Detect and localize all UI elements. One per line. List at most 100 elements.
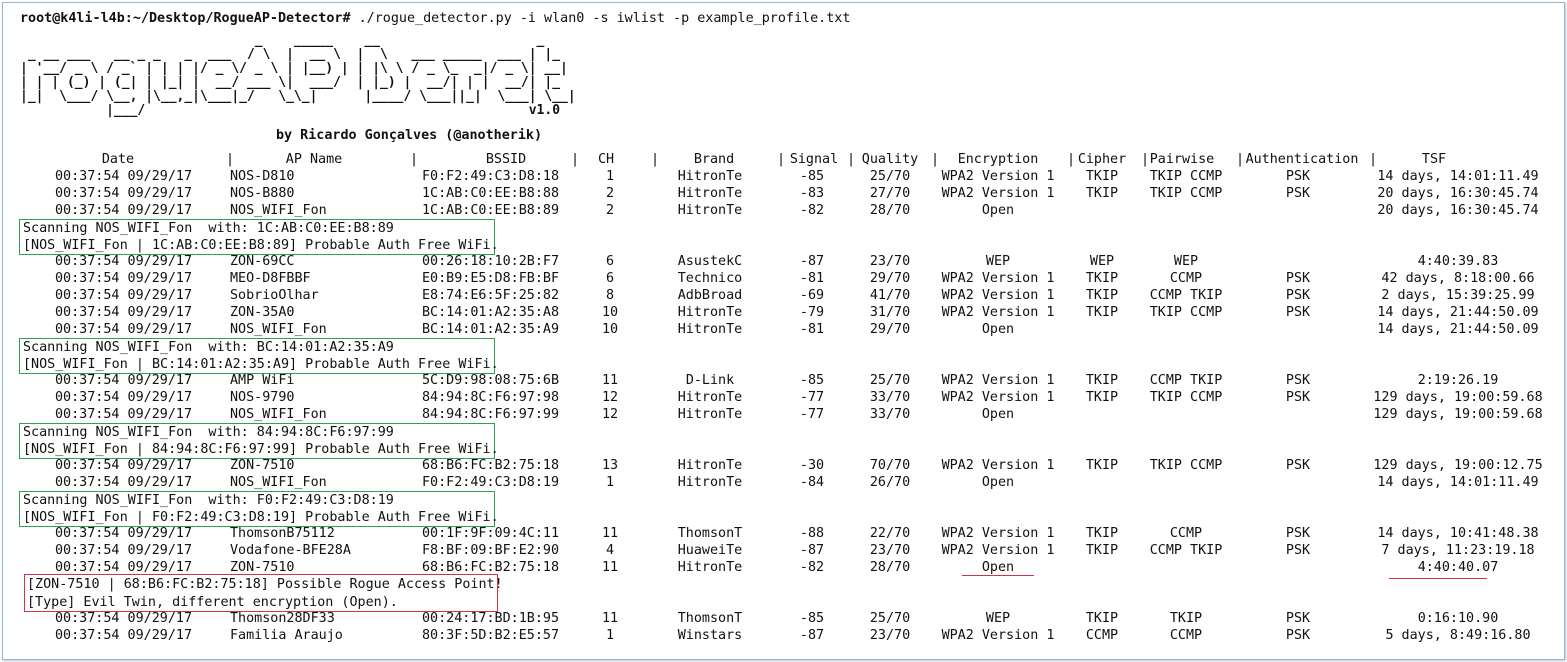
cell-ch: 12 <box>601 390 619 405</box>
author-byline: by Ricardo Gonçalves (@anotherik) <box>276 128 543 143</box>
cell-auth: PSK <box>1285 271 1311 286</box>
cell-cipher: TKIP <box>1085 305 1119 320</box>
cell-tsf: 129 days, 19:00:59.68 <box>1373 390 1543 405</box>
scan-result-box: Scanning NOS_WIFI_Fon with: F0:F2:49:C3:… <box>19 491 499 527</box>
shell-prompt: root@k4li-l4b:~/Desktop/RogueAP-Detector… <box>20 10 850 27</box>
cell-bssid: 5C:D9:98:08:75:6B <box>422 373 560 388</box>
cell-date: 00:37:54 09/29/17 <box>55 407 193 422</box>
cell-bssid: 1C:AB:C0:EE:B8:88 <box>422 186 560 201</box>
cell-ch: 8 <box>605 288 615 303</box>
cell-tsf: 2:19:26.19 <box>1417 373 1499 388</box>
cell-cipher: CCMP <box>1085 628 1119 643</box>
cell-cipher: WEP <box>1089 254 1115 269</box>
cell-ch: 11 <box>601 373 619 388</box>
cell-cipher: TKIP <box>1085 611 1119 626</box>
cell-enc: WEP <box>985 254 1011 269</box>
column-header-brand: Brand <box>693 152 735 167</box>
cell-bssid: E0:B9:E5:D8:FB:BF <box>422 271 560 286</box>
cell-quality: 70/70 <box>869 458 911 473</box>
ascii-banner: _ _____ __ _ _ __ ___ __ _ _ _ ___ / \ |… <box>20 33 576 118</box>
cell-bssid: 84:94:8C:F6:97:98 <box>422 390 560 405</box>
cell-tsf: 14 days, 14:01:11.49 <box>1377 169 1539 184</box>
cell-pairwise: TKIP <box>1169 611 1203 626</box>
column-separator: | <box>1067 152 1076 167</box>
cell-quality: 29/70 <box>869 322 911 337</box>
cell-cipher: TKIP <box>1085 288 1119 303</box>
cell-cipher: TKIP <box>1085 186 1119 201</box>
cell-ch: 2 <box>605 203 615 218</box>
cell-brand: HitronTe <box>677 390 743 405</box>
cell-bssid: F0:F2:49:C3:D8:19 <box>422 475 560 490</box>
column-separator: | <box>931 152 940 167</box>
highlight-underline <box>962 575 1034 576</box>
cell-ch: 10 <box>601 305 619 320</box>
cell-signal: -85 <box>799 169 825 184</box>
cell-tsf: 7 days, 11:23:19.18 <box>1381 543 1535 558</box>
cell-brand: Winstars <box>677 628 743 643</box>
cell-tsf: 14 days, 14:01:11.49 <box>1377 475 1539 490</box>
cell-pairwise: TKIP CCMP <box>1149 169 1223 184</box>
cell-ap: ThomsonB75112 <box>230 526 335 541</box>
cell-ch: 4 <box>605 543 615 558</box>
cell-date: 00:37:54 09/29/17 <box>55 169 193 184</box>
cell-date: 00:37:54 09/29/17 <box>55 628 193 643</box>
column-header-cipher: Cipher <box>1077 152 1127 167</box>
cell-brand: HitronTe <box>677 560 743 575</box>
column-separator: | <box>1369 152 1378 167</box>
cell-quality: 23/70 <box>869 254 911 269</box>
cell-ap: NOS-9790 <box>230 390 295 405</box>
cell-ch: 13 <box>601 458 619 473</box>
column-header-enc: Encryption <box>957 152 1039 167</box>
cell-bssid: BC:14:01:A2:35:A9 <box>422 322 560 337</box>
cell-tsf: 129 days, 19:00:59.68 <box>1373 407 1543 422</box>
cell-pairwise: CCMP <box>1169 628 1203 643</box>
cell-ap: NOS-D810 <box>230 169 295 184</box>
cell-date: 00:37:54 09/29/17 <box>55 458 193 473</box>
cell-brand: HitronTe <box>677 186 743 201</box>
cell-date: 00:37:54 09/29/17 <box>55 543 193 558</box>
cell-pairwise: CCMP TKIP <box>1149 543 1223 558</box>
cell-ch: 1 <box>605 475 615 490</box>
cell-tsf: 0:16:10.90 <box>1417 611 1499 626</box>
auth-free-notice: [NOS_WIFI_Fon | 1C:AB:C0:EE:B8:89] Proba… <box>23 238 499 253</box>
cell-cipher: TKIP <box>1085 526 1119 541</box>
cell-pairwise: WEP <box>1173 254 1199 269</box>
cell-auth: PSK <box>1285 305 1311 320</box>
cell-signal: -87 <box>799 254 825 269</box>
cell-signal: -77 <box>799 390 825 405</box>
cell-enc: WPA2 Version 1 <box>941 458 1055 473</box>
cell-signal: -82 <box>799 203 825 218</box>
cell-cipher: TKIP <box>1085 543 1119 558</box>
cell-ap: NOS_WIFI_Fon <box>230 475 327 490</box>
cell-ch: 1 <box>605 169 615 184</box>
cell-ap: ZON-7510 <box>230 560 295 575</box>
cell-ap: ZON-35A0 <box>230 305 295 320</box>
column-separator: | <box>847 152 856 167</box>
cell-quality: 28/70 <box>869 560 911 575</box>
cell-tsf: 14 days, 10:41:48.38 <box>1377 526 1539 541</box>
cell-enc: WPA2 Version 1 <box>941 628 1055 643</box>
cell-bssid: 84:94:8C:F6:97:99 <box>422 407 560 422</box>
cell-signal: -79 <box>799 305 825 320</box>
cell-quality: 25/70 <box>869 373 911 388</box>
column-header-quality: Quality <box>861 152 919 167</box>
cell-enc: Open <box>981 322 1015 337</box>
cell-enc: Open <box>981 560 1015 575</box>
cell-ch: 1 <box>605 628 615 643</box>
cell-cipher: TKIP <box>1085 458 1119 473</box>
cell-cipher: TKIP <box>1085 390 1119 405</box>
cell-tsf: 5 days, 8:49:16.80 <box>1385 628 1531 643</box>
cell-enc: Open <box>981 407 1015 422</box>
cell-bssid: 00:26:18:10:2B:F7 <box>422 254 560 269</box>
prompt-path: ~/Desktop/RogueAP-Detector# <box>132 11 351 26</box>
cell-enc: WPA2 Version 1 <box>941 526 1055 541</box>
scan-line: Scanning NOS_WIFI_Fon with: BC:14:01:A2:… <box>23 340 394 355</box>
cell-tsf: 20 days, 16:30:45.74 <box>1377 186 1539 201</box>
cell-ch: 10 <box>601 322 619 337</box>
cell-brand: HitronTe <box>677 203 743 218</box>
cell-auth: PSK <box>1285 611 1311 626</box>
cell-tsf: 2 days, 15:39:25.99 <box>1381 288 1535 303</box>
cell-auth: PSK <box>1285 186 1311 201</box>
cell-quality: 33/70 <box>869 407 911 422</box>
cell-auth: PSK <box>1285 526 1311 541</box>
